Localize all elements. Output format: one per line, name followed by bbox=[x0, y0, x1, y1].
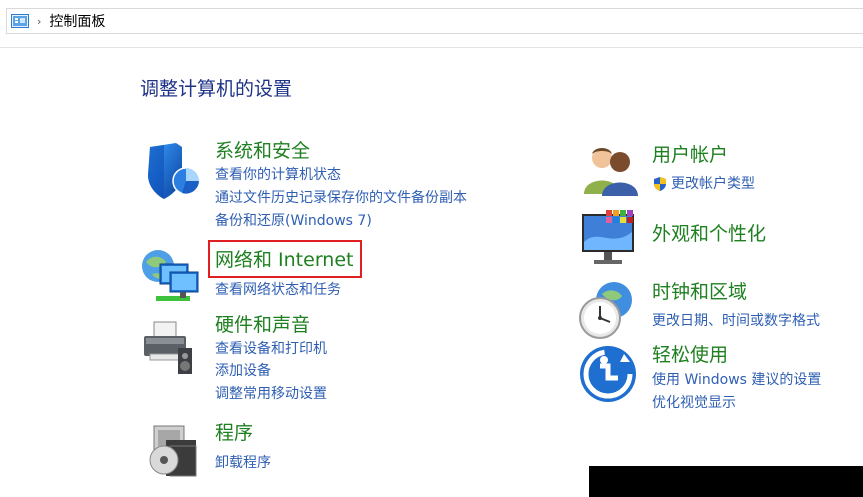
link-backup-restore[interactable]: 备份和还原(Windows 7) bbox=[215, 212, 372, 230]
control-panel-icon bbox=[11, 14, 29, 28]
highlight-box bbox=[208, 240, 362, 278]
category-title-ease-of-access[interactable]: 轻松使用 bbox=[652, 343, 728, 367]
category-title-programs[interactable]: 程序 bbox=[215, 421, 253, 445]
network-globe-icon[interactable] bbox=[140, 244, 200, 304]
monitor-palette-icon[interactable] bbox=[578, 208, 638, 268]
category-title-hardware-sound[interactable]: 硬件和声音 bbox=[215, 313, 310, 337]
category-title-user-accounts[interactable]: 用户帐户 bbox=[652, 143, 728, 167]
breadcrumb-location[interactable]: 控制面板 bbox=[49, 11, 105, 31]
category-title-clock-region[interactable]: 时钟和区域 bbox=[652, 280, 747, 304]
link-change-date-time[interactable]: 更改日期、时间或数字格式 bbox=[652, 312, 820, 330]
ease-of-access-icon[interactable] bbox=[578, 344, 638, 404]
programs-disc-icon[interactable] bbox=[144, 420, 204, 480]
page-title: 调整计算机的设置 bbox=[140, 78, 293, 100]
category-title-system-security[interactable]: 系统和安全 bbox=[215, 139, 310, 163]
breadcrumb-separator[interactable]: › bbox=[37, 15, 41, 28]
link-optimize-visual-display[interactable]: 优化视觉显示 bbox=[652, 394, 736, 412]
link-change-account-type[interactable]: 更改帐户类型 bbox=[671, 175, 755, 193]
clock-globe-icon[interactable] bbox=[578, 280, 638, 340]
link-add-device[interactable]: 添加设备 bbox=[215, 362, 271, 380]
toolbar-divider bbox=[0, 47, 863, 48]
printer-icon[interactable] bbox=[140, 318, 200, 378]
redacted-block bbox=[589, 466, 863, 497]
link-uninstall-program[interactable]: 卸载程序 bbox=[215, 454, 271, 472]
link-devices-printers[interactable]: 查看设备和打印机 bbox=[215, 340, 327, 358]
link-network-status[interactable]: 查看网络状态和任务 bbox=[215, 281, 341, 299]
uac-shield-icon bbox=[654, 177, 666, 191]
link-view-computer-status[interactable]: 查看你的计算机状态 bbox=[215, 166, 341, 184]
link-mobility-settings[interactable]: 调整常用移动设置 bbox=[215, 385, 327, 403]
users-icon[interactable] bbox=[580, 140, 640, 200]
shield-icon[interactable] bbox=[142, 141, 202, 201]
link-file-history-backup[interactable]: 通过文件历史记录保存你的文件备份副本 bbox=[215, 189, 467, 207]
category-title-appearance[interactable]: 外观和个性化 bbox=[652, 222, 766, 246]
address-bar[interactable]: › 控制面板 bbox=[6, 8, 863, 34]
link-windows-suggested-settings[interactable]: 使用 Windows 建议的设置 bbox=[652, 371, 821, 389]
